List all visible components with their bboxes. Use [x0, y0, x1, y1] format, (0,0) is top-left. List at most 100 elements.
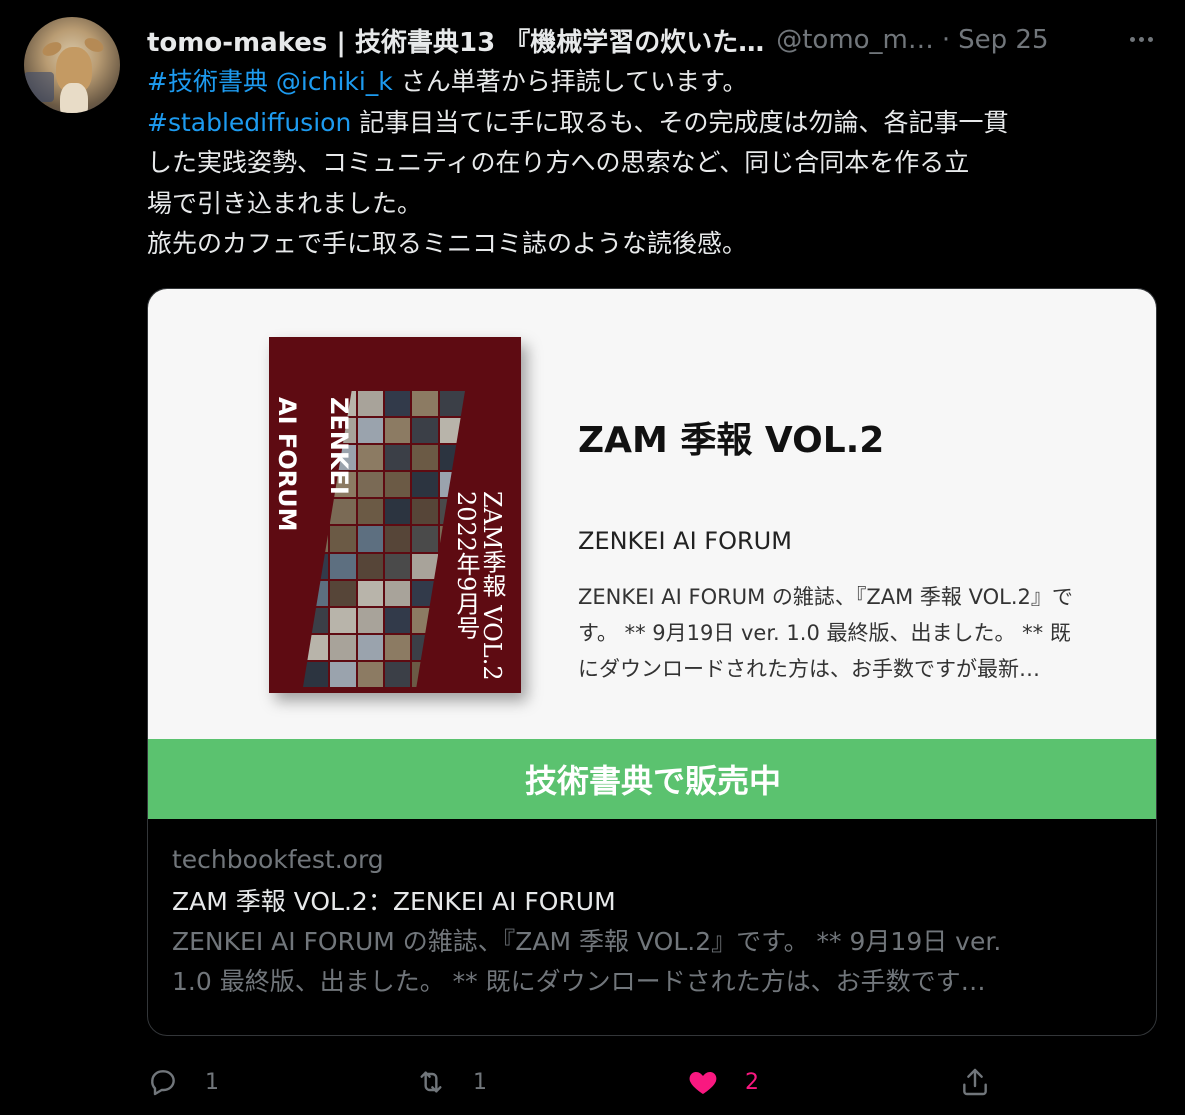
retweet-count: 1 — [473, 1069, 487, 1095]
collage-tile — [412, 553, 438, 579]
collage-tile — [357, 499, 383, 525]
avatar-background — [24, 72, 54, 102]
cover-title-zam: ZAM季報 VOL.2 — [478, 491, 506, 681]
collage-tile — [357, 391, 383, 417]
tweet-text-line: した実践姿勢、コミュニティの在り方への思索など、同じ合同本を作る立 — [147, 143, 1157, 184]
retweet-icon — [420, 1071, 442, 1093]
link-card[interactable]: ZENKEI AI FORUM ZAM季報 VOL.2 2022年9月号 ZAM… — [147, 288, 1157, 1036]
share-button[interactable] — [959, 1060, 991, 1104]
book-description-line: す。 ** 9月19日 ver. 1.0 最終版、出ました。 ** 既 — [578, 621, 1071, 645]
collage-tile — [330, 607, 356, 633]
book-title: ZAM 季報 VOL.2 — [578, 420, 885, 461]
collage-tile — [357, 634, 383, 660]
book-description: ZENKEI AI FORUM の雑誌、『ZAM 季報 VOL.2』で す。 *… — [578, 579, 1123, 687]
collage-tile — [385, 607, 411, 633]
collage-tile — [412, 580, 438, 606]
card-meta[interactable]: techbookfest.org ZAM 季報 VOL.2：ZENKEI AI … — [172, 845, 1132, 1002]
collage-tile — [357, 418, 383, 444]
collage-tile — [330, 580, 356, 606]
collage-tile — [439, 661, 465, 687]
hashtag-link[interactable]: #技術書典 — [147, 67, 268, 96]
collage-tile — [439, 418, 465, 444]
collage-tile — [357, 553, 383, 579]
tweet-text-segment: した実践姿勢、コミュニティの在り方への思索など、同じ合同本を作る立 — [147, 148, 970, 177]
collage-tile — [412, 445, 438, 471]
collage-tile — [330, 499, 356, 525]
collage-tile — [385, 553, 411, 579]
collage-tile — [412, 634, 438, 660]
like-count: 2 — [745, 1069, 759, 1095]
collage-tile — [303, 634, 329, 660]
mention-link[interactable]: @ichiki_k — [276, 67, 393, 96]
collage-tile — [357, 526, 383, 552]
tweet-date[interactable]: Sep 25 — [958, 25, 1048, 55]
tweet-text-line: 旅先のカフェで手に取るミニコミ誌のような読後感。 — [147, 224, 1157, 265]
card-description: ZENKEI AI FORUM の雑誌、『ZAM 季報 VOL.2』です。 **… — [172, 922, 1132, 1002]
retweet-button[interactable]: 1 — [415, 1060, 487, 1104]
collage-tile — [303, 526, 329, 552]
user-handle[interactable]: @tomo_m… — [776, 25, 934, 55]
collage-tile — [439, 391, 465, 417]
card-domain: techbookfest.org — [172, 845, 384, 874]
collage-tile — [357, 607, 383, 633]
more-options-icon[interactable] — [1124, 22, 1158, 56]
collage-tile — [412, 499, 438, 525]
card-image[interactable]: ZENKEI AI FORUM ZAM季報 VOL.2 2022年9月号 ZAM… — [148, 289, 1156, 819]
collage-tile — [330, 553, 356, 579]
collage-tile — [357, 472, 383, 498]
collage-tile — [385, 418, 411, 444]
collage-tile — [385, 526, 411, 552]
hashtag-link[interactable]: #stablediffusion — [147, 108, 351, 137]
display-name[interactable]: tomo-makes | 技術書典13 『機械学習の炊いた… — [147, 22, 764, 59]
tweet-text: #技術書典 @ichiki_k さん単著から拝読しています。 #stabledif… — [147, 62, 1157, 265]
collage-tile — [330, 526, 356, 552]
reply-count: 1 — [205, 1069, 219, 1095]
book-description-line: ZENKEI AI FORUM の雑誌、『ZAM 季報 VOL.2』で — [578, 585, 1073, 609]
collage-tile — [303, 607, 329, 633]
collage-tile — [412, 472, 438, 498]
collage-tile — [385, 472, 411, 498]
collage-tile — [385, 661, 411, 687]
collage-tile — [385, 580, 411, 606]
avatar[interactable] — [24, 17, 120, 113]
collage-tile — [412, 661, 438, 687]
collage-tile — [357, 661, 383, 687]
heart-icon — [689, 1072, 717, 1094]
collage-tile — [439, 445, 465, 471]
collage-tile — [303, 553, 329, 579]
collage-tile — [357, 445, 383, 471]
tweet-text-line: #stablediffusion 記事目当てに手に取るも、その完成度は勿論、各記… — [147, 103, 1157, 144]
collage-tile — [385, 445, 411, 471]
tweet-text-segment: 旅先のカフェで手に取るミニコミ誌のような読後感。 — [147, 229, 748, 258]
collage-tile — [412, 526, 438, 552]
tweet-actions: 1 1 2 — [147, 1060, 1157, 1104]
collage-tile — [412, 607, 438, 633]
collage-tile — [357, 580, 383, 606]
collage-tile — [412, 418, 438, 444]
cover-title-ai-forum: AI FORUM — [273, 397, 301, 532]
collage-tile — [303, 499, 329, 525]
tweet-header: tomo-makes | 技術書典13 『機械学習の炊いた… @tomo_m… … — [147, 21, 1049, 59]
separator-dot: · — [941, 25, 951, 55]
tweet-text-line: 場で引き込まれました。 — [147, 184, 1157, 225]
reply-button[interactable]: 1 — [147, 1060, 219, 1104]
book-description-line: にダウンロードされた方は、お手数ですが最新… — [578, 657, 1040, 681]
card-description-line: 1.0 最終版、出ました。 ** 既にダウンロードされた方は、お手数です… — [172, 967, 986, 996]
book-cover: ZENKEI AI FORUM ZAM季報 VOL.2 2022年9月号 — [269, 337, 521, 693]
collage-tile — [303, 580, 329, 606]
card-description-line: ZENKEI AI FORUM の雑誌、『ZAM 季報 VOL.2』です。 **… — [172, 927, 1002, 956]
cover-issue-date: 2022年9月号 — [452, 491, 480, 640]
tweet-text-line: #技術書典 @ichiki_k さん単著から拝読しています。 — [147, 62, 1157, 103]
share-icon — [963, 1068, 987, 1096]
tweet-text-segment: 記事目当てに手に取るも、その完成度は勿論、各記事一貫 — [351, 107, 1009, 137]
avatar-deer-neck — [60, 83, 88, 113]
collage-tile — [412, 391, 438, 417]
tweet-text-segment: さん単著から拝読しています。 — [392, 67, 748, 96]
collage-tile — [385, 634, 411, 660]
sale-banner: 技術書典で販売中 — [148, 739, 1156, 819]
tweet-text-segment — [268, 67, 276, 96]
like-button[interactable]: 2 — [687, 1060, 759, 1104]
cover-title-zenkei: ZENKEI — [325, 397, 353, 495]
collage-tile — [330, 661, 356, 687]
collage-tile — [385, 499, 411, 525]
